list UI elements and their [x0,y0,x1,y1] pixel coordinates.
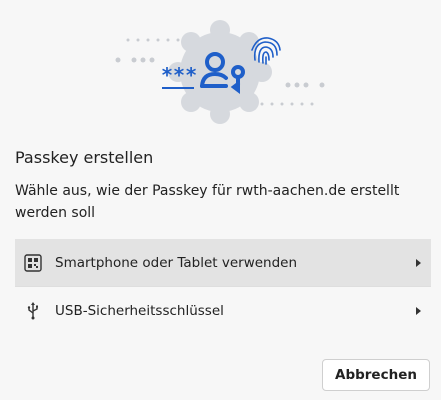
cancel-button[interactable]: Abbrechen [322,359,430,391]
option-label: Smartphone oder Tablet verwenden [55,254,298,271]
option-label: USB-Sicherheitsschlüssel [55,302,224,319]
dialog-title: Passkey erstellen [15,148,154,167]
password-mask-text: *** [161,63,197,87]
chevron-right-icon [416,258,421,267]
chevron-right-icon [416,306,421,315]
usb-icon [22,300,44,322]
option-list: Smartphone oder Tablet verwenden USB-Sic… [15,239,431,334]
qr-code-icon [22,252,44,274]
passkey-illustration: *** [115,20,325,124]
dialog-description: Wähle aus, wie der Passkey für rwth-aach… [15,183,400,221]
option-usb-security-key[interactable]: USB-Sicherheitsschlüssel [15,286,431,334]
dot-decoration-left [115,38,180,63]
dot-decoration-right [260,82,325,106]
option-smartphone-tablet[interactable]: Smartphone oder Tablet verwenden [15,239,431,286]
passkey-dialog: *** Passkey erstellen Wähle aus, wie der… [0,0,441,400]
